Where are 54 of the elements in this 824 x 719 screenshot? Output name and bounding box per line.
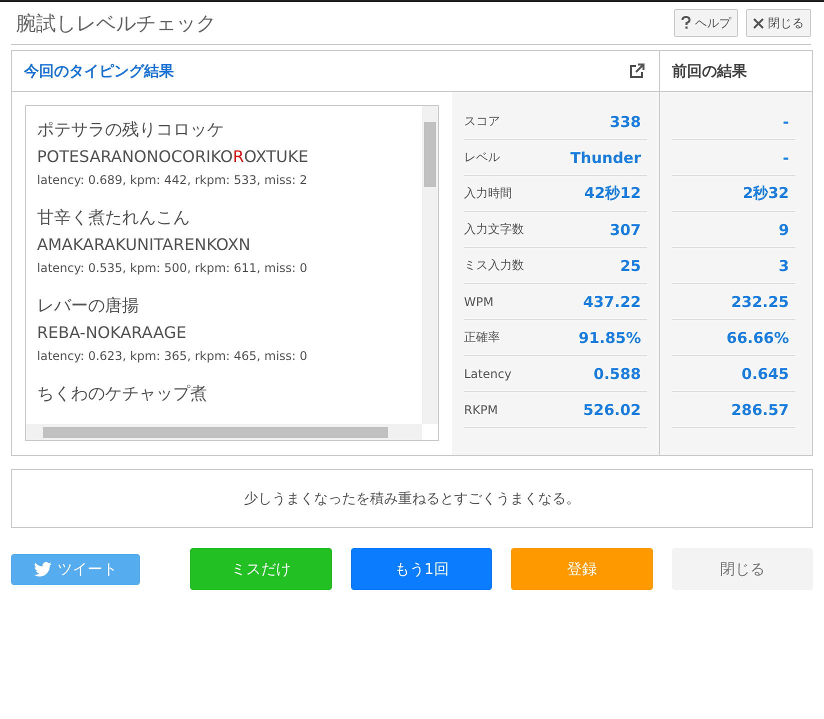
stat-value: 9 (778, 220, 790, 238)
stat-value: 0.588 (594, 364, 642, 382)
word-stats: latency: 0.535, kpm: 500, rkpm: 611, miss: 0 (37, 260, 308, 277)
current-results-title: 今回のタイピング結果 (24, 62, 174, 80)
stat-value: Thunder (570, 148, 642, 166)
help-button[interactable]: ヘルプ (674, 9, 738, 37)
tweet-button[interactable]: ツイート (11, 554, 140, 584)
stat-value: 42秒12 (584, 184, 642, 203)
stat-value: - (782, 112, 790, 130)
word-stats: latency: 0.689, kpm: 442, rkpm: 533, miss: 2 (37, 172, 308, 189)
word-romaji: AMAKARAKUNITARENKOXN (37, 234, 252, 256)
stat-value: 25 (620, 256, 642, 274)
close-button[interactable]: 閉じる (746, 9, 811, 37)
stat-value: 307 (610, 220, 642, 238)
word-romaji: POTESARANONOCORIKOROXTUKE (37, 146, 310, 168)
stat-label: Latency (464, 366, 512, 380)
stat-value: 0.645 (742, 364, 790, 382)
external-link-icon[interactable] (629, 63, 645, 79)
message-text: 少しうまくなったを積み重ねるとすごくうまくなる。 (244, 490, 580, 508)
help-icon (681, 16, 691, 30)
stat-label: 入力文字数 (464, 221, 524, 238)
stat-value: 286.57 (731, 400, 790, 418)
stat-value: 232.25 (731, 292, 790, 310)
stat-value: 66.66% (726, 328, 790, 346)
close-icon (753, 18, 764, 28)
word-title: ポテサラの残りコロッケ (37, 119, 225, 142)
action-button[interactable]: 閉じる (672, 548, 813, 590)
action-button[interactable]: ミスだけ (190, 548, 332, 590)
stat-value: 91.85% (578, 328, 642, 346)
word-title: ちくわのケチャップ煮 (37, 383, 208, 406)
word-romaji: REBA-NOKARAAGE (37, 322, 188, 344)
stat-value: 3 (778, 256, 790, 274)
stat-value: - (782, 148, 790, 166)
stat-label: レベル (464, 149, 500, 166)
horizontal-scrollbar[interactable] (26, 424, 422, 440)
stat-label: RKPM (464, 402, 498, 416)
word-stats: latency: 0.623, kpm: 365, rkpm: 465, miss: 0 (37, 348, 308, 365)
word-title: レバーの唐揚 (37, 295, 140, 318)
stat-label: WPM (464, 294, 494, 308)
stat-value: 338 (610, 112, 642, 130)
stat-label: ミス入力数 (464, 257, 524, 274)
stat-label: スコア (464, 113, 500, 130)
word-title: 甘辛く煮たれんこん (37, 207, 191, 230)
action-button[interactable]: 登録 (511, 548, 653, 590)
stat-label: 正確率 (464, 329, 500, 346)
window-title: 腕試しレベルチェック (15, 10, 216, 36)
stat-label: 入力時間 (464, 185, 512, 202)
stat-value: 526.02 (583, 400, 642, 418)
previous-results-title: 前回の結果 (672, 62, 747, 80)
vertical-scrollbar[interactable] (422, 106, 438, 424)
bird-icon (34, 562, 52, 576)
stat-value: 437.22 (583, 292, 642, 310)
action-button[interactable]: もう1回 (350, 548, 492, 590)
stat-value: 2秒32 (742, 184, 790, 203)
